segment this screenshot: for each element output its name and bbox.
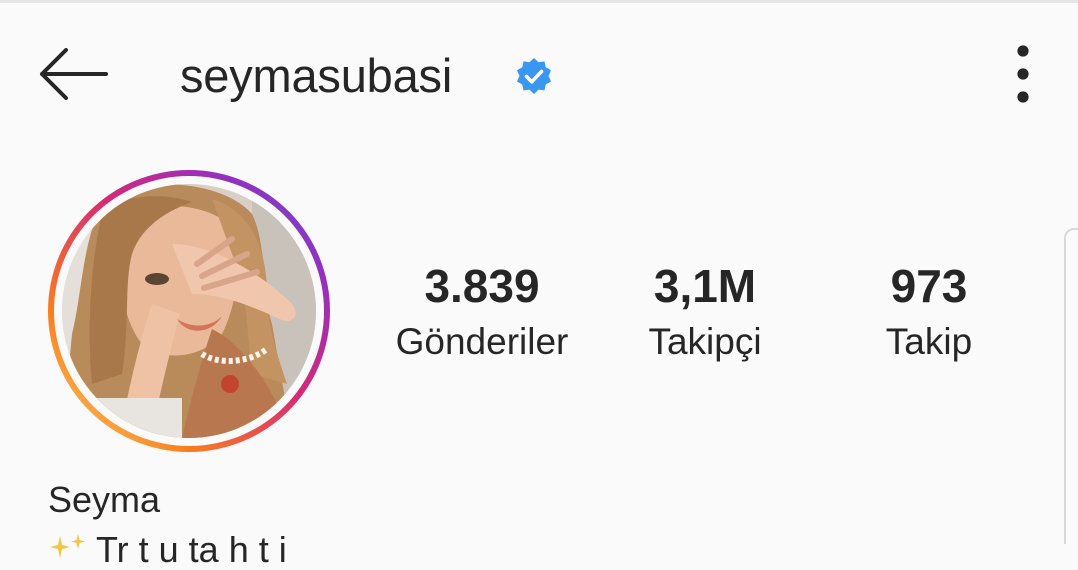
followers-label: Takipçi bbox=[648, 321, 762, 362]
verified-badge-icon bbox=[517, 58, 551, 94]
followers-count: 3,1M bbox=[653, 260, 757, 312]
following-label: Takip bbox=[885, 321, 973, 362]
profile-username: seymasubasi bbox=[180, 49, 453, 102]
side-panel-edge bbox=[1064, 228, 1078, 544]
stat-following[interactable]: 973 Takip bbox=[854, 258, 1004, 364]
following-count: 973 bbox=[890, 260, 968, 312]
arrow-left-icon bbox=[40, 48, 108, 100]
more-options-button[interactable] bbox=[1000, 40, 1046, 110]
story-ring[interactable] bbox=[48, 170, 330, 452]
vertical-ellipsis-icon bbox=[1017, 45, 1029, 103]
stat-posts[interactable]: 3.839 Gönderiler bbox=[377, 258, 587, 364]
posts-count: 3.839 bbox=[424, 260, 540, 312]
bio-text: Tr t u ta h t i bbox=[96, 529, 287, 570]
posts-label: Gönderiler bbox=[395, 321, 569, 362]
back-button[interactable] bbox=[26, 38, 118, 110]
profile-display-name: Seyma bbox=[48, 479, 161, 520]
profile-header: seymasubasi bbox=[0, 0, 1078, 150]
stat-followers[interactable]: 3,1M Takipçi bbox=[620, 258, 790, 364]
profile-photo bbox=[62, 184, 316, 438]
sparkles-emoji-icon bbox=[50, 534, 85, 558]
